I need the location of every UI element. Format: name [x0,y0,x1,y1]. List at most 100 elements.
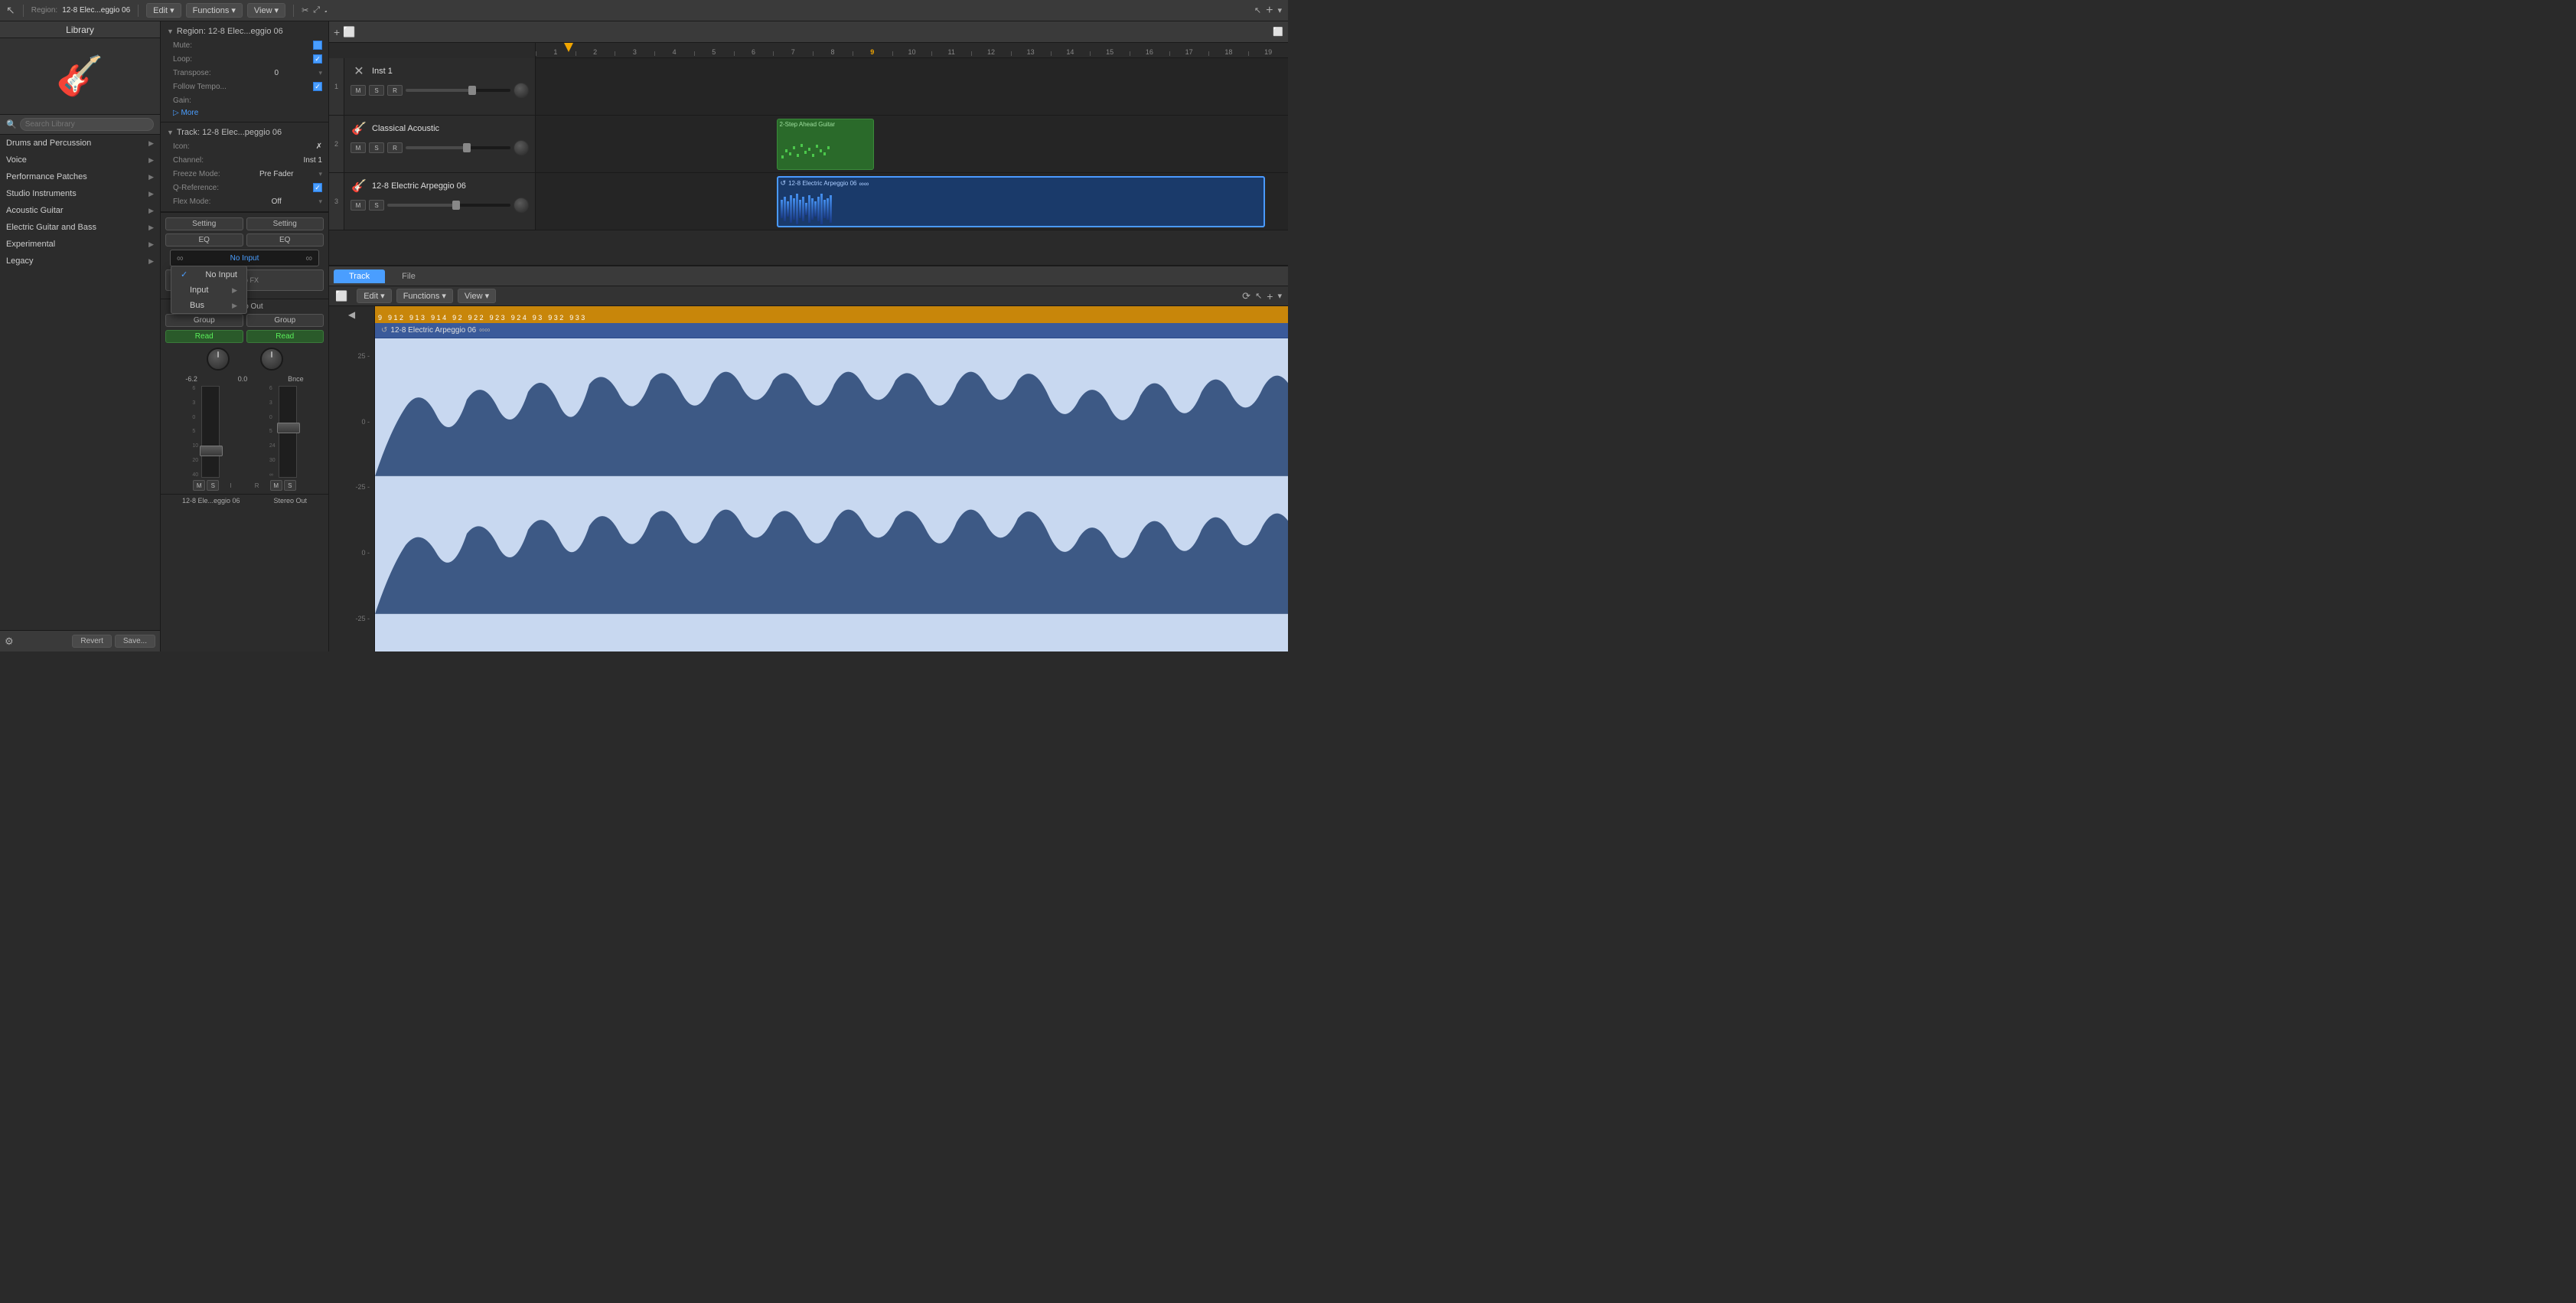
dropdown-input[interactable]: Input ▶ [171,282,246,298]
gear-icon[interactable]: ⚙ [5,635,14,648]
editor-view-menu[interactable]: View ▾ [458,289,496,303]
editor-loop-marker-icon[interactable]: ⬜ [335,290,347,302]
library-search-bar[interactable]: 🔍 [0,115,160,135]
tracks-expand-icon[interactable]: ⬜ [1273,27,1283,37]
region-block-blue-selected[interactable]: ↺ 12-8 Electric Arpeggio 06 ∞∞ [777,176,1266,227]
tab-file[interactable]: File [386,269,431,283]
left-mute-button[interactable]: M [193,480,205,491]
right-solo-button[interactable]: S [284,480,296,491]
left-solo-button[interactable]: S [207,480,219,491]
ruler-mark-7: 7 [773,48,813,56]
left-fader-track[interactable] [201,386,220,478]
track-mute-btn-3[interactable]: M [351,200,366,211]
volume-knob[interactable] [207,348,230,371]
track-solo-btn-2[interactable]: S [369,142,384,153]
add-track-icon[interactable]: + [334,26,340,38]
tracks-loop-icon[interactable]: ⬜ [343,26,355,38]
sidebar-item-drums[interactable]: Drums and Percussion ▶ [0,135,160,152]
track-header-3: 🎸 12-8 Electric Arpeggio 06 M S [344,173,536,230]
pan-knob[interactable] [260,348,283,371]
dropdown-no-input[interactable]: ✓ No Input [171,266,246,282]
track-content-1[interactable] [536,58,1288,115]
editor-ruler-spacer: ◀ [329,306,375,323]
sidebar-item-legacy[interactable]: Legacy ▶ [0,253,160,269]
left-fader-channel: 6 3 0 5 10 20 40 M [170,386,243,478]
track-record-btn-1[interactable]: R [387,85,403,96]
track-section-header[interactable]: ▼ Track: 12-8 Elec...peggio 06 [161,126,328,139]
right-fader-track[interactable] [279,386,297,478]
search-input[interactable] [20,118,154,131]
track-mute-btn-1[interactable]: M [351,85,366,96]
functions-menu-button[interactable]: Functions ▾ [186,3,243,18]
track-fader-handle-1[interactable] [468,86,476,95]
editor-add-chevron-icon[interactable]: ▾ [1277,291,1282,301]
track-fader-handle-2[interactable] [463,143,471,152]
setting-eq-row: Setting Setting [165,217,324,230]
view-menu-button[interactable]: View ▾ [247,3,285,18]
dropdown-bus[interactable]: Bus ▶ [171,298,246,313]
editor-functions-menu[interactable]: Functions ▾ [396,289,453,303]
right-mute-button[interactable]: M [270,480,282,491]
editor-ruler-spacer-icon[interactable]: ◀ [348,309,355,320]
follow-tempo-checkbox[interactable] [313,82,322,91]
editor-edit-menu[interactable]: Edit ▾ [357,289,392,303]
tab-track[interactable]: Track [334,269,385,283]
flex-mode-arrow-icon: ▾ [318,198,322,206]
read-button-1[interactable]: Read [165,330,243,343]
sidebar-item-performance[interactable]: Performance Patches ▶ [0,168,160,185]
q-reference-checkbox[interactable] [313,183,322,192]
track-volume-knob-3[interactable] [514,198,529,213]
track-volume-knob-1[interactable] [514,83,529,98]
track-solo-btn-3[interactable]: S [369,200,384,211]
eq-button-1[interactable]: EQ [165,233,243,247]
sidebar-item-experimental[interactable]: Experimental ▶ [0,236,160,253]
left-fader-handle[interactable] [200,446,223,456]
midi-icon[interactable]: 𝅘 [324,5,327,15]
track-mute-btn-2[interactable]: M [351,142,366,153]
save-button[interactable]: Save... [115,635,155,648]
track-solo-btn-1[interactable]: S [369,85,384,96]
track-num-label: 2 [334,140,338,148]
scissors-icon[interactable]: ✂ [302,5,308,15]
track-fader-handle-3[interactable] [452,201,460,210]
fader-area: 6 3 0 5 10 20 40 M [170,386,319,478]
zoom-icon[interactable]: ⤢ [313,5,320,15]
setting-button-2[interactable]: Setting [246,217,324,230]
db-label-25-bot: -25 - [355,615,370,622]
sidebar-item-voice[interactable]: Voice ▶ [0,152,160,168]
editor-waveform-area[interactable]: ↺ 12-8 Electric Arpeggio 06 ∞∞ [375,323,1288,652]
editor-loop-icon[interactable]: ⟳ [1242,290,1251,302]
track-fader-2[interactable] [406,146,510,149]
pointer-tool[interactable]: ↖ [6,4,15,17]
right-fader-handle[interactable] [277,423,300,433]
editor-pointer-icon[interactable]: ↖ [1255,291,1262,301]
sidebar-item-studio[interactable]: Studio Instruments ▶ [0,185,160,202]
more-link[interactable]: ▷ More [161,107,328,119]
eq-button-2[interactable]: EQ [246,233,324,247]
mute-checkbox[interactable] [313,41,322,50]
region-block-green[interactable]: 2-Step Ahead Guitar [777,119,875,170]
track-content-2[interactable]: 2-Step Ahead Guitar [536,116,1288,172]
sidebar-item-electric[interactable]: Electric Guitar and Bass ▶ [0,219,160,236]
sidebar-item-acoustic[interactable]: Acoustic Guitar ▶ [0,202,160,219]
track-fader-3[interactable] [387,204,510,207]
region-section-header[interactable]: ▼ Region: 12-8 Elec...eggio 06 [161,24,328,38]
separator-2 [138,5,139,17]
loop-checkbox[interactable] [313,54,322,64]
group-button-1[interactable]: Group [165,314,243,327]
track-fader-1[interactable] [406,89,510,92]
revert-button[interactable]: Revert [72,635,111,648]
track-volume-knob-2[interactable] [514,140,529,155]
input-selector[interactable]: ∞ No Input ∞ ✓ No Input Input ▶ Bus [170,250,319,266]
setting-button-1[interactable]: Setting [165,217,243,230]
add-chevron-icon[interactable]: ▾ [1277,5,1282,15]
pointer-select-icon[interactable]: ↖ [1254,5,1261,15]
read-button-2[interactable]: Read [246,330,324,343]
add-btn[interactable]: + [1266,4,1273,18]
editor-region-title: 12-8 Electric Arpeggio 06 [390,326,476,335]
editor-add-plus-icon[interactable]: + [1267,290,1273,302]
track-content-3[interactable]: ↺ 12-8 Electric Arpeggio 06 ∞∞ [536,173,1288,230]
edit-menu-button[interactable]: Edit ▾ [146,3,181,18]
track-record-btn-2[interactable]: R [387,142,403,153]
group-button-2[interactable]: Group [246,314,324,327]
